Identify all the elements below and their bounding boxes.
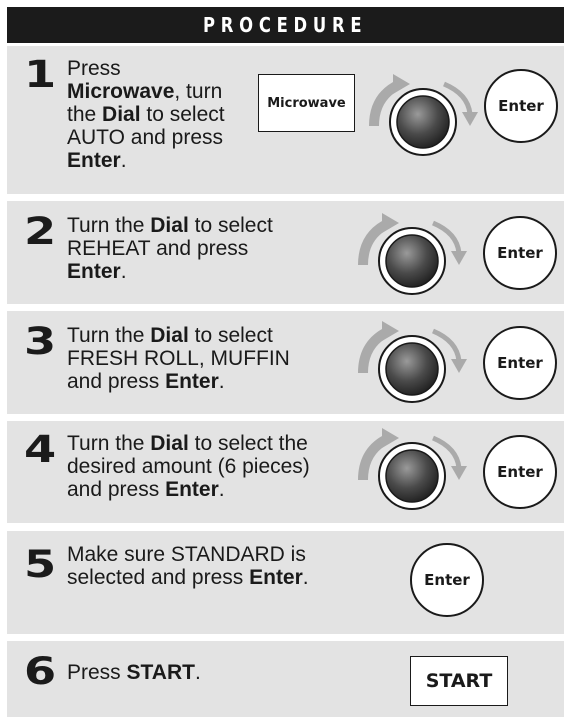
step-2-panel: 2 Turn the Dial to select REHEAT and pres… — [7, 201, 564, 304]
dial-knob-icon — [396, 95, 450, 149]
step-3-panel: 3 Turn the Dial to select FRESH ROLL, MUF… — [7, 311, 564, 414]
step-2-number: 2 — [24, 210, 57, 253]
instruction-text: , turn — [174, 80, 223, 103]
microwave-key-button[interactable]: Microwave — [258, 74, 355, 132]
procedure-header: PROCEDURE — [7, 7, 564, 43]
instruction-text: to select — [188, 214, 273, 237]
step-6-text: Press START. — [67, 661, 267, 684]
instruction-text: and press — [67, 478, 166, 501]
rotate-right-arrowhead-icon — [462, 112, 478, 126]
dial-control[interactable] — [360, 70, 486, 166]
dial-control[interactable] — [349, 424, 475, 520]
step-1-text: Press Microwave, turn the Dial to select AU… — [67, 57, 257, 172]
instruction-text: FRESH ROLL, MUFFIN — [67, 347, 290, 370]
rotate-right-arrowhead-icon — [451, 251, 467, 265]
rotate-left-arrowhead-icon — [382, 321, 399, 341]
instruction-text: to select the — [188, 432, 308, 455]
bold-term: Enter — [67, 149, 121, 172]
enter-button[interactable]: Enter — [483, 326, 557, 400]
step-5-number: 5 — [24, 543, 57, 586]
rotate-right-arrowhead-icon — [451, 466, 467, 480]
instruction-text: . — [120, 149, 127, 172]
start-button[interactable]: START — [410, 656, 508, 706]
bold-term: Enter — [165, 478, 219, 501]
dial-control[interactable] — [349, 317, 475, 413]
step-1-number: 1 — [24, 53, 57, 96]
rotate-left-arrowhead-icon — [382, 213, 399, 233]
instruction-text: selected and press — [67, 566, 250, 589]
enter-button[interactable]: Enter — [484, 69, 558, 143]
step-2-text: Turn the Dial to select REHEAT and press E… — [67, 214, 337, 283]
instruction-text: desired amount (6 pieces) — [67, 455, 310, 478]
instruction-text: AUTO and press — [67, 126, 224, 149]
instruction-text: . — [120, 260, 127, 283]
step-4-text: Turn the Dial to select the desired amoun… — [67, 432, 357, 501]
bold-term: Dial — [102, 103, 141, 126]
instruction-text: and press — [67, 370, 166, 393]
instruction-text: the — [67, 103, 103, 126]
instruction-text: Turn the — [67, 324, 151, 347]
bold-term: Dial — [150, 214, 189, 237]
rotate-left-arrowhead-icon — [393, 74, 410, 94]
procedure-title: PROCEDURE — [203, 13, 368, 37]
instruction-text: . — [194, 661, 201, 684]
instruction-text: . — [302, 566, 309, 589]
instruction-text: Press — [67, 661, 127, 684]
enter-button[interactable]: Enter — [483, 216, 557, 290]
step-5-panel: 5 Make sure STANDARD is selected and pres… — [7, 531, 564, 634]
rotate-right-arrowhead-icon — [451, 359, 467, 373]
instruction-text: Make sure STANDARD is — [67, 543, 306, 566]
step-1-panel: 1 Press Microwave, turn the Dial to select… — [7, 46, 564, 194]
instruction-text: to select — [188, 324, 273, 347]
instruction-text: . — [218, 478, 225, 501]
bold-term: START — [126, 661, 195, 684]
step-4-number: 4 — [24, 428, 57, 471]
dial-knob-icon — [385, 234, 439, 288]
bold-term: Dial — [150, 324, 189, 347]
instruction-text: Press — [67, 57, 121, 80]
dial-knob-icon — [385, 342, 439, 396]
bold-term: Dial — [150, 432, 189, 455]
enter-button[interactable]: Enter — [410, 543, 484, 617]
step-5-text: Make sure STANDARD is selected and press … — [67, 543, 367, 589]
step-4-panel: 4 Turn the Dial to select the desired amo… — [7, 421, 564, 523]
instruction-text: . — [218, 370, 225, 393]
enter-button[interactable]: Enter — [483, 435, 557, 509]
instruction-text: to select — [140, 103, 225, 126]
instruction-text: Turn the — [67, 214, 151, 237]
dial-knob-icon — [385, 449, 439, 503]
step-6-number: 6 — [24, 650, 57, 693]
bold-term: Enter — [67, 260, 121, 283]
bold-term: Enter — [165, 370, 219, 393]
bold-term: Microwave — [67, 80, 175, 103]
step-3-text: Turn the Dial to select FRESH ROLL, MUFFI… — [67, 324, 347, 393]
instruction-text: REHEAT and press — [67, 237, 249, 260]
step-3-number: 3 — [24, 320, 57, 363]
dial-control[interactable] — [349, 209, 475, 305]
step-6-panel: 6 Press START. START — [7, 641, 564, 717]
rotate-left-arrowhead-icon — [382, 428, 399, 448]
bold-term: Enter — [249, 566, 303, 589]
instruction-text: Turn the — [67, 432, 151, 455]
